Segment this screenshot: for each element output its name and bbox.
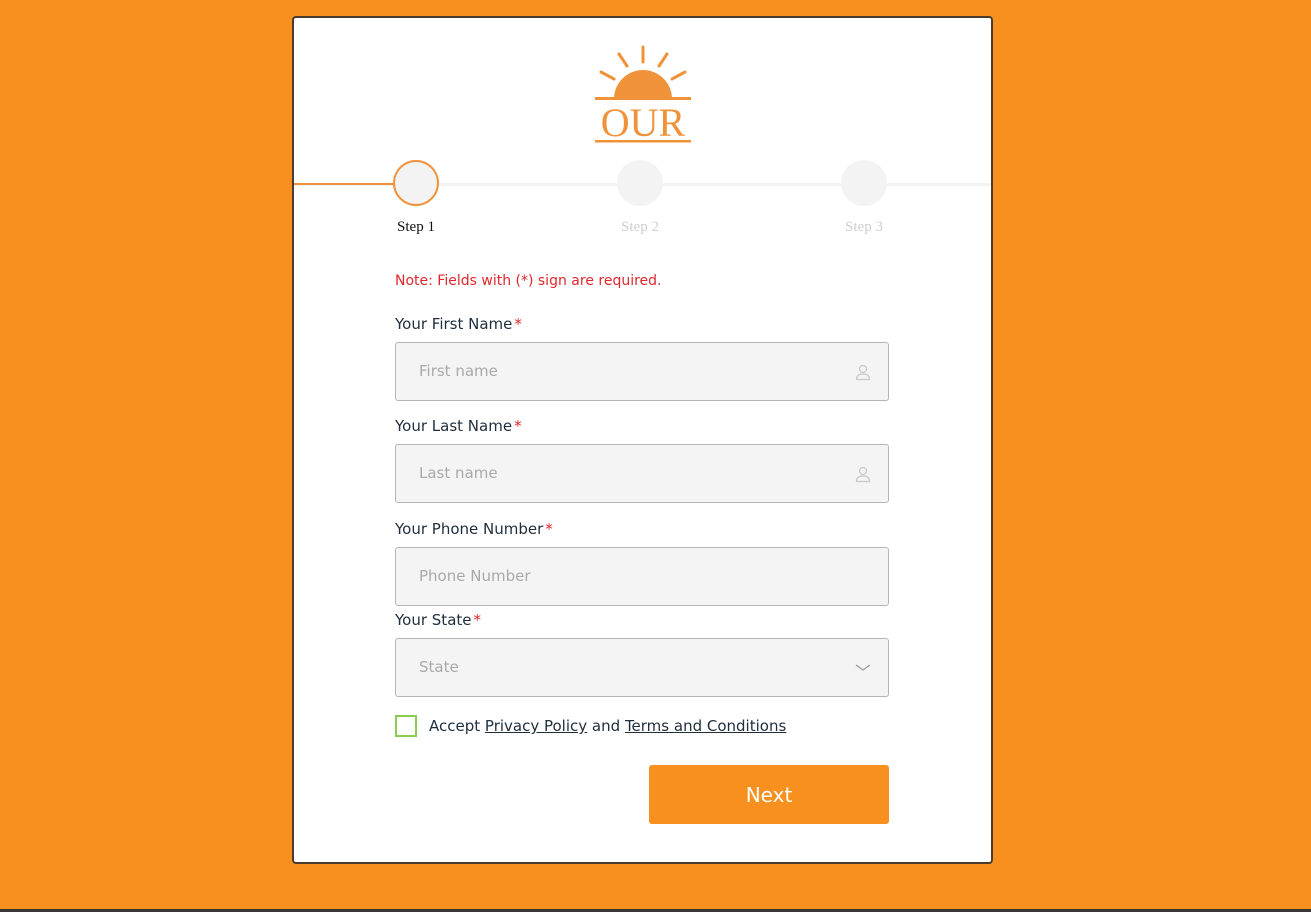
accept-text: Accept Privacy Policy and Terms and Cond… [429, 717, 786, 735]
chevron-down-icon [855, 664, 871, 671]
label-text: Your First Name [395, 315, 513, 333]
placeholder: Phone Number [419, 567, 531, 585]
last-name-input[interactable]: Last name [395, 444, 889, 503]
phone-label: Your Phone Number * [395, 520, 553, 538]
last-name-label: Your Last Name * [395, 417, 522, 435]
user-icon [855, 364, 871, 381]
terms-link[interactable]: Terms and Conditions [625, 717, 786, 735]
step-label: Step 3 [845, 219, 883, 235]
next-button[interactable]: Next [649, 765, 889, 824]
step-circle [617, 160, 663, 206]
progress-stepper: Step 1 Step 2 Step 3 [294, 160, 991, 250]
required-asterisk: * [473, 611, 482, 629]
placeholder: Last name [419, 464, 498, 482]
logo-text: OUR [601, 100, 686, 144]
required-asterisk: * [545, 520, 553, 538]
registration-card: OUR Step 1 Step 2 Step 3 Note: Fields wi… [292, 16, 993, 864]
step-circle [393, 160, 439, 206]
step-circle [841, 160, 887, 206]
step-3[interactable]: Step 3 [819, 160, 909, 236]
label-text: Your Phone Number [395, 520, 544, 538]
first-name-input[interactable]: First name [395, 342, 889, 401]
step-label: Step 2 [621, 219, 659, 235]
required-asterisk: * [514, 417, 522, 435]
state-select[interactable]: State [395, 638, 889, 697]
accept-conjunction: and [591, 717, 621, 735]
phone-input[interactable]: Phone Number [395, 547, 889, 606]
required-asterisk: * [514, 315, 522, 333]
accept-prefix: Accept [429, 717, 481, 735]
step-1[interactable]: Step 1 [371, 160, 461, 236]
privacy-policy-link[interactable]: Privacy Policy [485, 717, 587, 735]
label-text: Your State [395, 611, 472, 629]
sun-logo-icon: OUR [595, 45, 691, 144]
user-icon [855, 466, 871, 483]
first-name-label: Your First Name * [395, 315, 522, 333]
required-note: Note: Fields with (*) sign are required. [395, 273, 662, 289]
step-2[interactable]: Step 2 [595, 160, 685, 236]
state-label: Your State * [395, 611, 481, 629]
step-label: Step 1 [397, 219, 435, 235]
placeholder: State [419, 658, 459, 676]
accept-checkbox[interactable] [395, 715, 417, 737]
placeholder: First name [419, 362, 498, 380]
label-text: Your Last Name [395, 417, 513, 435]
